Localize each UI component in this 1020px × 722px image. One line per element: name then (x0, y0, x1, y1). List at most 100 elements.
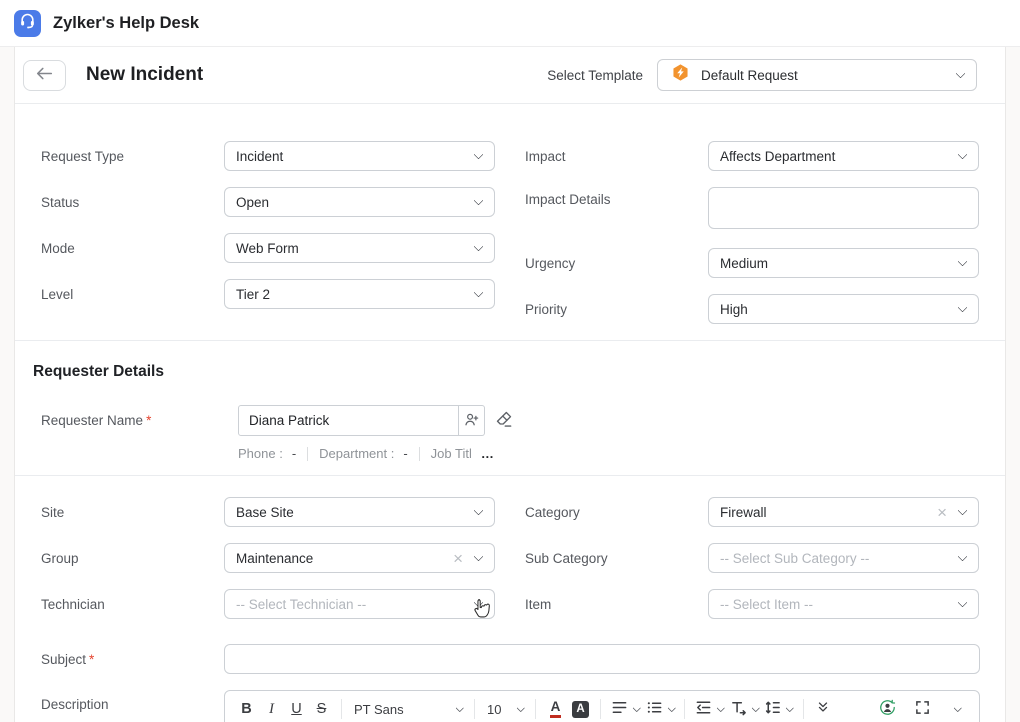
chevron-down-icon (957, 302, 968, 313)
highlight-color-button[interactable]: A (568, 696, 593, 722)
site-row: Site Base Site (41, 497, 510, 527)
chevron-down-icon (751, 703, 760, 712)
chevron-down-icon (957, 597, 968, 608)
subject-label: Subject * (41, 651, 95, 667)
italic-button[interactable]: I (259, 696, 284, 722)
request-type-value: Incident (236, 148, 284, 164)
chevron-down-icon (953, 703, 962, 712)
clear-selection-icon[interactable]: × (453, 550, 463, 567)
request-type-label: Request Type (41, 148, 125, 164)
requester-section-title: Requester Details (33, 363, 164, 380)
priority-row: Priority High (525, 294, 1005, 324)
insert-signature-button[interactable] (875, 696, 900, 722)
request-type-row: Request Type Incident (41, 141, 510, 171)
app-title: Zylker's Help Desk (53, 13, 200, 32)
site-select[interactable]: Base Site (224, 497, 495, 527)
app-top-bar: Zylker's Help Desk (0, 0, 1020, 47)
chevron-down-icon (957, 551, 968, 562)
toolbar-separator (684, 699, 685, 719)
impact-row: Impact Affects Department (525, 141, 1005, 171)
chevron-down-icon (473, 597, 484, 608)
level-value: Tier 2 (236, 286, 271, 302)
line-spacing-icon (764, 699, 781, 720)
group-value: Maintenance (236, 550, 314, 566)
level-row: Level Tier 2 (41, 279, 510, 309)
impact-select[interactable]: Affects Department (708, 141, 980, 171)
status-value: Open (236, 194, 270, 210)
impact-details-textarea[interactable] (708, 187, 980, 229)
priority-select[interactable]: High (708, 294, 980, 324)
item-row: Item -- Select Item -- (525, 589, 1005, 619)
fullscreen-button[interactable] (910, 696, 935, 722)
department-value: - (403, 446, 408, 461)
template-select-value: Default Request (701, 67, 798, 83)
level-select[interactable]: Tier 2 (224, 279, 495, 309)
chevron-down-icon (455, 703, 464, 712)
requester-name-group (238, 405, 485, 436)
underline-button[interactable]: U (284, 696, 309, 722)
group-row: Group Maintenance × (41, 543, 510, 573)
font-color-icon: A (549, 700, 562, 718)
group-select[interactable]: Maintenance × (224, 543, 495, 573)
level-label: Level (41, 286, 74, 302)
technician-label: Technician (41, 596, 105, 612)
required-asterisk: * (146, 413, 152, 428)
indent-button[interactable] (692, 696, 727, 722)
headset-icon (19, 12, 36, 34)
strikethrough-button[interactable]: S (309, 696, 334, 722)
urgency-label: Urgency (525, 255, 576, 271)
template-group: Select Template Default Request (547, 59, 977, 91)
subject-input[interactable] (224, 644, 980, 674)
line-spacing-button[interactable] (761, 696, 796, 722)
mode-label: Mode (41, 240, 75, 256)
toolbar-right-group (875, 696, 970, 722)
category-select[interactable]: Firewall × (708, 497, 980, 527)
text-direction-button[interactable] (727, 696, 762, 722)
toolbar-separator (341, 699, 342, 719)
mode-value: Web Form (236, 240, 299, 256)
chevron-down-icon (473, 149, 484, 160)
person-sync-icon (878, 698, 897, 721)
toolbar-collapse-button[interactable] (945, 696, 970, 722)
status-select[interactable]: Open (224, 187, 495, 217)
chevron-down-icon (785, 703, 794, 712)
bold-button[interactable]: B (234, 696, 259, 722)
description-row: Description B I U S PT Sans 10 A A (15, 690, 1005, 722)
app-logo (14, 9, 41, 37)
urgency-select[interactable]: Medium (708, 248, 980, 278)
chevron-down-icon (957, 149, 968, 160)
request-type-select[interactable]: Incident (224, 141, 495, 171)
clear-requester-button[interactable] (494, 409, 514, 432)
requester-details-section: Requester Details Requester Name * Diana… (15, 341, 1005, 475)
font-size-select[interactable]: 10 (482, 702, 528, 717)
phone-label: Phone : (238, 446, 283, 461)
align-button[interactable] (608, 696, 643, 722)
classification-section: Site Base Site Group Maintenance × Techn… (15, 476, 1005, 722)
chevron-down-icon (473, 551, 484, 562)
page-title: New Incident (86, 64, 204, 85)
back-button[interactable] (23, 59, 66, 91)
chevron-down-icon (716, 703, 725, 712)
sub-category-label: Sub Category (525, 550, 608, 566)
outdent-icon (695, 699, 712, 720)
text-direction-icon (730, 699, 747, 720)
bullet-list-button[interactable] (643, 696, 678, 722)
chevron-down-icon (473, 195, 484, 206)
site-label: Site (41, 504, 65, 520)
item-placeholder: -- Select Item -- (720, 596, 814, 612)
sub-category-select[interactable]: -- Select Sub Category -- (708, 543, 980, 573)
more-options-button[interactable] (811, 696, 836, 722)
technician-select[interactable]: -- Select Technician -- (224, 589, 495, 619)
font-family-select[interactable]: PT Sans (349, 702, 467, 717)
font-color-button[interactable]: A (543, 696, 568, 722)
toolbar-separator (600, 699, 601, 719)
mode-select[interactable]: Web Form (224, 233, 495, 263)
item-select[interactable]: -- Select Item -- (708, 589, 980, 619)
add-requester-button[interactable] (459, 405, 485, 436)
clear-selection-icon[interactable]: × (937, 504, 947, 521)
incident-details-section: Request Type Incident Status Open Mode W… (15, 104, 1005, 340)
requester-name-input[interactable] (238, 405, 459, 436)
category-row: Category Firewall × (525, 497, 1005, 527)
requester-name-row: Requester Name * (33, 405, 977, 436)
template-select[interactable]: Default Request (657, 59, 977, 91)
